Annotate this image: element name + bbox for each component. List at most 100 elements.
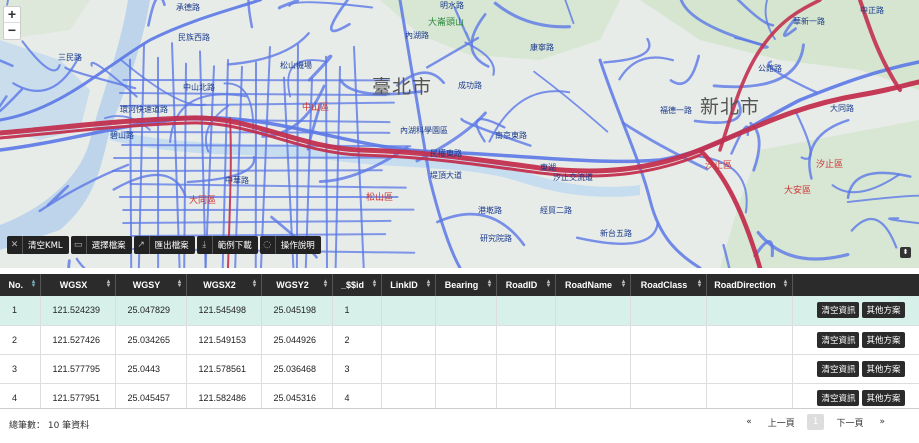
sample-download-label: 範例下載 xyxy=(217,241,252,251)
sort-icon: ▲ ▼ xyxy=(696,279,703,289)
clear-kml-label: 清空KML xyxy=(28,241,63,251)
column-header[interactable]: _$$id ▲ ▼ xyxy=(332,274,382,296)
last-page-button[interactable]: » xyxy=(879,417,885,427)
road-label: 福德一路 xyxy=(660,106,692,115)
road-label: 松山機場 xyxy=(280,61,312,70)
column-header[interactable] xyxy=(792,274,919,296)
road-label: 成功路 xyxy=(458,81,482,90)
sort-icon: ▲ ▼ xyxy=(486,279,493,289)
column-header[interactable]: RoadClass ▲ ▼ xyxy=(630,274,707,296)
table-cell xyxy=(706,296,793,326)
map-toolbar: ✕ 清空KML ▭ 選擇檔案 ↗ 匯出檔案 ⤓ 範例下載 ◌ 操作說明 xyxy=(7,236,321,254)
road-label: 三民路 xyxy=(58,53,82,62)
table-cell: 25.047829 xyxy=(115,296,187,326)
table-row[interactable]: 4 121.577951 25.045457 121.582486 25.045316 4… xyxy=(0,383,919,408)
column-header-label: No. xyxy=(8,280,24,290)
fullscreen-icon[interactable]: ⬍ xyxy=(900,247,911,258)
column-header-label: WGSY xyxy=(132,280,161,290)
close-icon: ✕ xyxy=(7,236,23,254)
current-page[interactable]: 1 xyxy=(806,414,825,430)
table-cell xyxy=(496,354,556,384)
sort-icon: ▲ ▼ xyxy=(322,279,329,289)
district-label: 汐止區 xyxy=(705,161,733,171)
column-header[interactable]: No. ▲ ▼ xyxy=(0,274,41,296)
zoom-in-button[interactable]: + xyxy=(4,7,20,23)
table-header: No. ▲ ▼ WGSX ▲ ▼ WGSY ▲ ▼ WGSX2 ▲ ▼ WGSY2 ▲ ▼ _$$id ▲ ▼ Li… xyxy=(0,274,919,296)
road-label: 大同路 xyxy=(830,104,854,113)
column-header-label: RoadName xyxy=(564,280,612,290)
clear-info-button[interactable]: 清空資訊 xyxy=(817,331,860,348)
column-header-label: LinkID xyxy=(390,280,418,290)
column-header-label: Bearing xyxy=(444,280,479,290)
table-cell xyxy=(555,383,631,408)
road-label: 汐止交流道 xyxy=(553,173,593,182)
column-header[interactable]: RoadID ▲ ▼ xyxy=(496,274,556,296)
zoom-out-button[interactable]: − xyxy=(4,23,20,39)
prev-page-button[interactable]: 上一頁 xyxy=(768,416,795,429)
road-label: 港墘路 xyxy=(478,206,502,215)
table-cell: 121.577795 xyxy=(40,354,116,384)
district-label: 汐止區 xyxy=(816,160,844,170)
table-row[interactable]: 3 121.577795 25.0443 121.578561 25.036468 3 清空… xyxy=(0,354,919,384)
table-cell: 121.549153 xyxy=(186,325,262,355)
column-header[interactable]: WGSY2 ▲ ▼ xyxy=(261,274,333,296)
other-plan-button[interactable]: 其他方案 xyxy=(862,331,905,348)
district-label: 中山區 xyxy=(302,103,330,113)
sort-icon: ▲ ▼ xyxy=(545,279,552,289)
row-actions: 清空資訊 其他方案 xyxy=(792,325,919,355)
column-header[interactable]: Bearing ▲ ▼ xyxy=(435,274,497,296)
road-label: 內湖路 xyxy=(405,31,429,40)
road-label: 明水路 xyxy=(440,1,464,10)
road-label: 民權東路 xyxy=(430,149,462,158)
map-view[interactable]: + − 臺北市 新北市 中山區 松山區 大同區 汐止區 大安區 汐止區 大崙頭山 承德路 民族西路三… xyxy=(0,0,919,268)
first-page-button[interactable]: « xyxy=(746,417,752,427)
table-row[interactable]: 1 121.524239 25.047829 121.545498 25.045198 1… xyxy=(0,296,919,326)
table-cell: 1 xyxy=(332,296,382,326)
column-header[interactable]: LinkID ▲ ▼ xyxy=(381,274,436,296)
table-cell xyxy=(706,383,793,408)
table-row[interactable]: 2 121.527426 25.034265 121.549153 25.044926 2… xyxy=(0,325,919,355)
column-header-label: WGSY2 xyxy=(276,280,309,290)
table-cell: 2 xyxy=(332,325,382,355)
road-label: 華新一路 xyxy=(793,17,825,26)
pagination: « 上一頁 1 下一頁 » xyxy=(738,414,893,430)
table-cell: 25.044926 xyxy=(261,325,333,355)
column-header[interactable]: WGSX ▲ ▼ xyxy=(40,274,116,296)
table-cell xyxy=(496,383,556,408)
table-cell xyxy=(381,296,436,326)
road-label: 中華路 xyxy=(225,176,249,185)
table-cell: 25.036468 xyxy=(261,354,333,384)
column-header[interactable]: WGSY ▲ ▼ xyxy=(115,274,187,296)
other-plan-button[interactable]: 其他方案 xyxy=(862,389,905,406)
district-label: 大同區 xyxy=(189,196,217,206)
city-label: 臺北市 xyxy=(372,76,433,98)
column-header[interactable]: WGSX2 ▲ ▼ xyxy=(186,274,262,296)
clear-info-button[interactable]: 清空資訊 xyxy=(817,360,860,377)
table-cell: 4 xyxy=(0,383,41,408)
column-header-label: RoadClass xyxy=(640,280,688,290)
table-cell: 2 xyxy=(0,325,41,355)
table-cell xyxy=(381,354,436,384)
sample-download-button[interactable]: ⤓ 範例下載 xyxy=(196,236,258,254)
column-header[interactable]: RoadName ▲ ▼ xyxy=(555,274,631,296)
table-cell: 3 xyxy=(332,354,382,384)
table-cell xyxy=(555,296,631,326)
clear-kml-button[interactable]: ✕ 清空KML xyxy=(7,236,69,254)
export-file-button[interactable]: ↗ 匯出檔案 xyxy=(133,236,195,254)
clear-info-button[interactable]: 清空資訊 xyxy=(817,389,860,406)
help-button[interactable]: ◌ 操作說明 xyxy=(259,236,321,254)
road-label: 經貿二路 xyxy=(540,206,572,215)
table-cell xyxy=(435,325,497,355)
sort-icon: ▲ ▼ xyxy=(105,279,112,289)
sort-icon: ▲ ▼ xyxy=(176,279,183,289)
other-plan-button[interactable]: 其他方案 xyxy=(862,302,905,319)
next-page-button[interactable]: 下一頁 xyxy=(836,416,863,429)
clear-info-button[interactable]: 清空資訊 xyxy=(817,302,860,319)
road-label: 中山北路 xyxy=(183,83,215,92)
column-header[interactable]: RoadDirection ▲ ▼ xyxy=(706,274,793,296)
table-cell: 3 xyxy=(0,354,41,384)
table-cell xyxy=(496,325,556,355)
choose-file-button[interactable]: ▭ 選擇檔案 xyxy=(70,236,132,254)
other-plan-button[interactable]: 其他方案 xyxy=(862,360,905,377)
table-cell xyxy=(630,354,707,384)
